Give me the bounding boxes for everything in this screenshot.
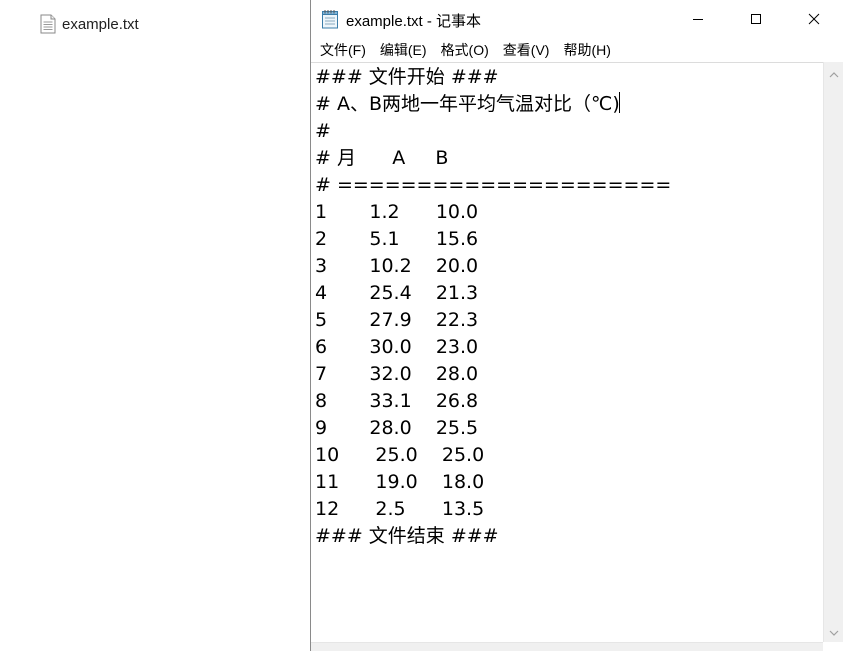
notepad-icon (321, 9, 339, 33)
editor-line-text: # A、B两地一年平均气温对比（℃) (315, 93, 620, 115)
editor-line: ### 文件结束 ### (315, 525, 499, 547)
minimize-button[interactable] (669, 0, 727, 38)
menu-help[interactable]: 帮助(H) (557, 38, 616, 62)
maximize-icon (750, 10, 762, 29)
editor-line: # (315, 120, 331, 142)
editor-line: 9 28.0 25.5 (315, 417, 479, 439)
notepad-window: example.txt - 记事本 文件(F) 编辑(E) 格式(O) 查看(V… (310, 0, 844, 651)
editor-line: ### 文件开始 ### (315, 66, 499, 88)
editor-line: 8 33.1 26.8 (315, 390, 479, 412)
editor-line: 2 5.1 15.6 (315, 228, 479, 250)
editor-line: 10 25.0 25.0 (315, 444, 485, 466)
editor-line: 6 30.0 23.0 (315, 336, 479, 358)
menu-bar: 文件(F) 编辑(E) 格式(O) 查看(V) 帮助(H) (311, 38, 844, 62)
text-file-icon (40, 14, 56, 34)
desktop: example.txt example.txt - 记事本 文件(F) 编辑(E… (0, 0, 844, 651)
editor-line: 3 10.2 20.0 (315, 255, 479, 277)
editor-line: 5 27.9 22.3 (315, 309, 479, 331)
desktop-file-item[interactable]: example.txt (40, 14, 139, 34)
editor-line: 7 32.0 28.0 (315, 363, 479, 385)
editor-line: # A、B两地一年平均气温对比（℃) (315, 91, 823, 118)
editor-line: 1 1.2 10.0 (315, 201, 479, 223)
window-title: example.txt - 记事本 (346, 13, 482, 30)
editor-line: 12 2.5 13.5 (315, 498, 485, 520)
file-name: example.txt (62, 15, 139, 33)
menu-edit[interactable]: 编辑(E) (374, 38, 433, 62)
menu-file[interactable]: 文件(F) (314, 38, 372, 62)
editor-line: # ===================== (315, 174, 672, 196)
text-caret (618, 92, 620, 113)
chevron-up-icon (829, 64, 839, 83)
title-bar[interactable]: example.txt - 记事本 (311, 0, 844, 38)
close-icon (808, 10, 820, 29)
maximize-button[interactable] (727, 0, 785, 38)
text-editor[interactable]: ### 文件开始 ### # A、B两地一年平均气温对比（℃) # # 月 A … (311, 62, 823, 642)
scroll-up-button[interactable] (824, 64, 843, 82)
editor-line: 11 19.0 18.0 (315, 471, 485, 493)
menu-view[interactable]: 查看(V) (497, 38, 556, 62)
editor-line: # 月 A B (315, 147, 449, 169)
editor-line: 4 25.4 21.3 (315, 282, 479, 304)
scroll-down-button[interactable] (824, 622, 843, 640)
close-button[interactable] (785, 0, 843, 38)
menu-format[interactable]: 格式(O) (435, 38, 495, 62)
minimize-icon (692, 10, 704, 29)
chevron-down-icon (829, 622, 839, 641)
horizontal-scrollbar[interactable] (311, 642, 823, 651)
vertical-scrollbar[interactable] (823, 62, 843, 642)
